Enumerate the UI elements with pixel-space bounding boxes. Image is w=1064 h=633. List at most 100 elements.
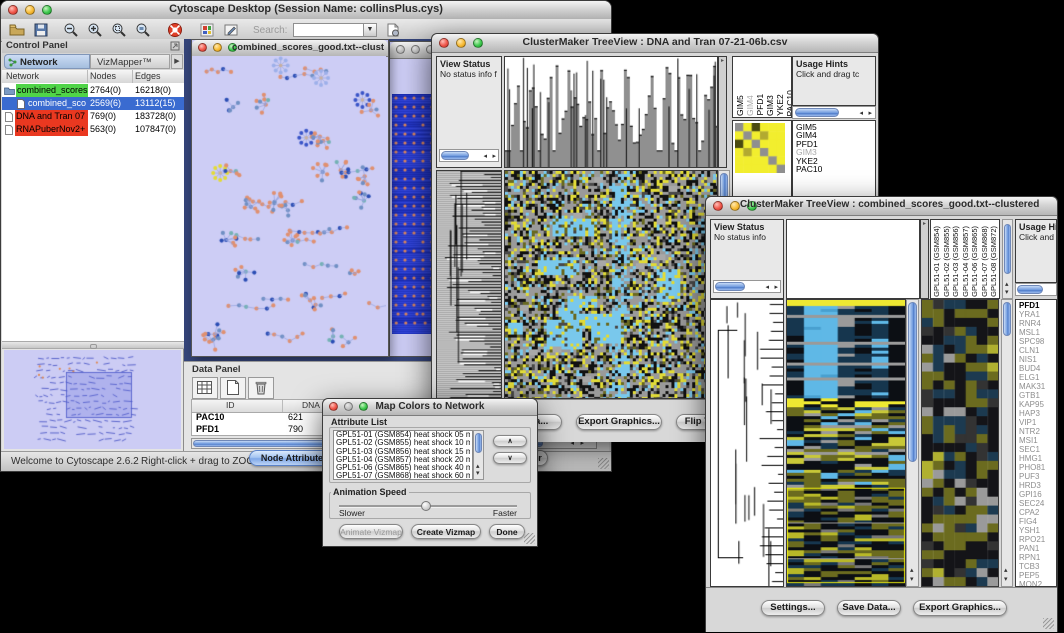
tv2-row-label: PUF3	[1019, 472, 1045, 481]
tv2-hints-hscrollbar[interactable]	[1015, 283, 1057, 296]
data-col-id[interactable]: ID	[226, 400, 235, 410]
tv2-row-label: HRD3	[1019, 481, 1045, 490]
scroll-down-icon[interactable]: ▾	[1004, 576, 1008, 583]
attribute-list-vscrollbar[interactable]: ▴ ▾	[473, 430, 484, 480]
tv2-heatmap-canvas[interactable]	[786, 299, 906, 587]
minimize-button[interactable]	[411, 45, 420, 54]
tv2-zoom-vscrollbar[interactable]: ▴ ▾	[1001, 299, 1013, 587]
tv2-divider-strip[interactable]: ▸	[920, 219, 929, 299]
attribute-list-item[interactable]: GPL51-01 (GSM854) heat shock 05 min	[336, 431, 470, 439]
tv2-export-graphics-button[interactable]: Export Graphics...	[913, 600, 1007, 616]
tab-network[interactable]: Network	[4, 54, 90, 69]
float-panel-icon[interactable]	[170, 41, 180, 51]
search-dropdown-button[interactable]: ▼	[363, 23, 377, 37]
tv1-status-hscrollbar[interactable]: ◂ ▸	[439, 149, 499, 162]
network-row-combined-sco-selected[interactable]: combined_sco 2569(6) 13112(15)	[2, 97, 184, 110]
delete-attribute-button[interactable]	[248, 377, 274, 399]
tv1-hints-hscrollbar[interactable]: ◂ ▸	[792, 106, 876, 119]
network-row-combined-scores[interactable]: combined_scores 2764(0) 16218(0)	[2, 84, 184, 97]
treeview2-resize-grip[interactable]	[1043, 618, 1054, 629]
network-view-window-combined[interactable]: combined_scores_good.txt--cluste...	[191, 39, 389, 357]
tv2-settings-button[interactable]: Settings...	[761, 600, 825, 616]
treeview2-title-bar[interactable]: ClusterMaker TreeView : combined_scores_…	[706, 197, 1057, 216]
tv2-view-status-panel: View Status No status info ◂ ▸	[710, 219, 784, 299]
close-button[interactable]	[396, 45, 405, 54]
table-mode-button[interactable]	[192, 377, 218, 399]
attribute-list-item[interactable]: GPL51-02 (GSM855) heat shock 10 min	[336, 439, 470, 447]
close-button[interactable]	[198, 43, 207, 52]
scroll-right-icon[interactable]: ▸	[774, 284, 778, 291]
scroll-right-icon[interactable]: ▸	[492, 153, 496, 160]
col-header-network[interactable]: Network	[6, 71, 39, 81]
tv2-labels-vscrollbar[interactable]: ▴ ▾	[1002, 219, 1013, 299]
scroll-left-icon[interactable]: ◂	[859, 110, 863, 117]
help-lifebuoy-icon[interactable]	[167, 22, 183, 38]
done-button[interactable]: Done	[489, 524, 525, 539]
zoom-in-icon[interactable]	[87, 22, 103, 38]
scroll-down-icon[interactable]: ▾	[910, 576, 914, 583]
move-up-button[interactable]: ∧	[493, 435, 527, 447]
move-down-button[interactable]: ∨	[493, 452, 527, 464]
dense-network-canvas[interactable]	[392, 94, 434, 334]
vizmapper-icon[interactable]	[199, 22, 215, 38]
scroll-right-icon[interactable]: ▸	[868, 110, 872, 117]
scroll-up-icon[interactable]: ▴	[1004, 567, 1008, 574]
save-session-icon[interactable]	[33, 22, 49, 38]
open-session-icon[interactable]	[9, 22, 25, 38]
tab-vizmapper[interactable]: VizMapper™	[90, 54, 170, 69]
dialog-resize-grip[interactable]	[524, 533, 535, 544]
scroll-up-icon[interactable]: ▴	[476, 463, 480, 470]
tv1-export-graphics-button[interactable]: Export Graphics...	[576, 414, 662, 430]
animation-speed-slider[interactable]	[339, 501, 517, 511]
annotation-icon[interactable]	[223, 22, 239, 38]
attribute-list-item[interactable]: GPL51-03 (GSM856) heat shock 15 min	[336, 448, 470, 456]
attribute-list-item[interactable]: GPL51-07 (GSM868) heat shock 60 min	[336, 472, 470, 480]
tv2-column-dendrogram-area[interactable]	[786, 219, 920, 299]
scroll-left-icon[interactable]: ◂	[483, 153, 487, 160]
attribute-list-item[interactable]: GPL51-06 (GSM865) heat shock 40 min	[336, 464, 470, 472]
scroll-down-icon[interactable]: ▾	[1005, 289, 1009, 296]
zoom-selected-icon[interactable]	[111, 22, 127, 38]
zoom-out-icon[interactable]	[63, 22, 79, 38]
tv1-column-label: GIM3	[765, 95, 774, 116]
network1-title-bar[interactable]: combined_scores_good.txt--cluste...	[192, 40, 388, 57]
tv1-heatmap-canvas[interactable]	[504, 170, 718, 399]
scroll-down-icon[interactable]: ▾	[476, 470, 480, 477]
treeview1-title-bar[interactable]: ClusterMaker TreeView : DNA and Tran 07-…	[432, 34, 878, 53]
tv2-zoom-canvas[interactable]	[921, 299, 999, 587]
search-input[interactable]	[293, 23, 365, 37]
window-resize-grip[interactable]	[598, 458, 609, 469]
tv2-row-dendrogram[interactable]	[710, 299, 784, 587]
create-vizmap-button[interactable]: Create Vizmap	[411, 524, 481, 539]
close-button[interactable]	[713, 201, 723, 211]
network-row-dna-tran[interactable]: DNA and Tran 07 769(0) 183728(0)	[2, 110, 184, 123]
network-graph-canvas[interactable]	[192, 56, 386, 355]
scroll-up-icon[interactable]: ▴	[1005, 281, 1009, 288]
tv2-heatmap-vscrollbar[interactable]: ▴ ▾	[906, 299, 919, 587]
network-row-rnapuber[interactable]: RNAPuberNov2+ 563(0) 107847(0)	[2, 123, 184, 136]
new-attribute-button[interactable]	[220, 377, 246, 399]
tv2-save-data-button[interactable]: Save Data...	[837, 600, 901, 616]
tv1-row-dendrogram[interactable]	[436, 170, 502, 399]
tab-overflow-button[interactable]: ▶	[171, 54, 183, 69]
minimize-button[interactable]	[213, 43, 222, 52]
import-attributes-icon[interactable]	[385, 22, 401, 38]
slider-thumb[interactable]	[421, 501, 431, 511]
main-title-bar[interactable]: Cytoscape Desktop (Session Name: collins…	[1, 1, 611, 20]
attribute-list[interactable]: GPL51-01 (GSM854) heat shock 05 minGPL51…	[333, 430, 473, 480]
birdseye-view-canvas[interactable]	[4, 350, 181, 449]
tv2-status-hscrollbar[interactable]: ◂ ▸	[713, 280, 781, 293]
scroll-left-icon[interactable]: ◂	[765, 284, 769, 291]
minimize-button[interactable]	[730, 201, 740, 211]
scroll-up-icon[interactable]: ▴	[910, 567, 914, 574]
col-header-edges[interactable]: Edges	[135, 71, 161, 81]
panel-splitter[interactable]	[2, 341, 184, 349]
attribute-list-item[interactable]: GPL51-04 (GSM857) heat shock 20 min	[336, 456, 470, 464]
col-header-nodes[interactable]: Nodes	[90, 71, 116, 81]
tv1-zoom-matrix-canvas[interactable]	[735, 123, 785, 173]
animate-vizmap-button[interactable]: Animate Vizmap	[339, 524, 403, 539]
tv1-divider-strip[interactable]: ▸	[718, 56, 727, 168]
dialog-title-bar[interactable]: Map Colors to Network	[323, 399, 537, 416]
tv1-column-dendrogram[interactable]	[504, 56, 718, 168]
zoom-fit-icon[interactable]	[135, 22, 151, 38]
